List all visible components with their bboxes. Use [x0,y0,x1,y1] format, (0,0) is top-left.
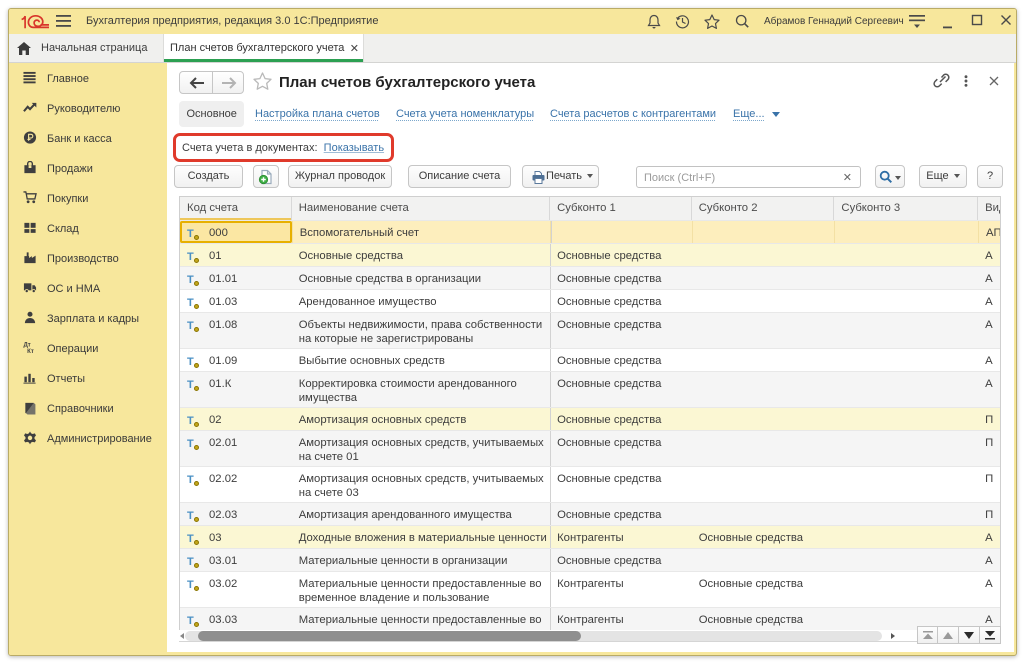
svg-text:Кт: Кт [27,349,34,355]
svg-text:Дт: Дт [23,343,30,349]
